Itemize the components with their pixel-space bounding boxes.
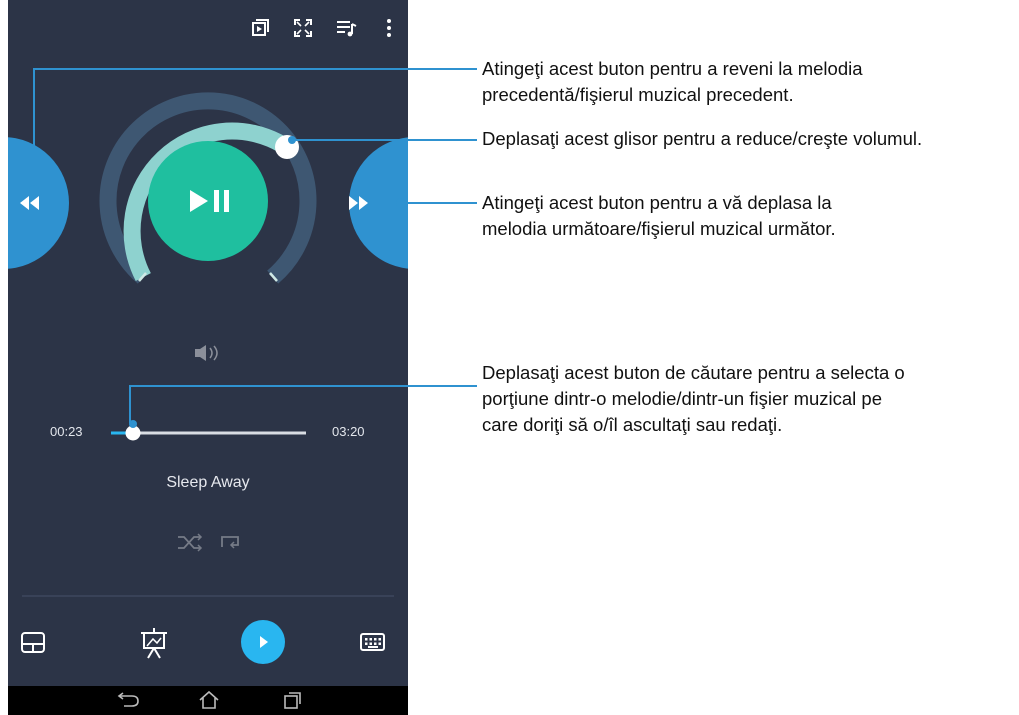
- song-title: Sleep Away: [166, 474, 250, 491]
- navigation-bar: [8, 686, 408, 715]
- callout-volume: Deplasaţi acest glisor pentru a reduce/c…: [482, 126, 922, 152]
- callout-seek: Deplasaţi acest buton de căutare pentru …: [482, 360, 905, 438]
- presentation-icon[interactable]: [141, 628, 167, 659]
- total-time: 03:20: [332, 424, 365, 439]
- callout-seek-line3: care doriţi să o/îl ascultaţi sau redaţi…: [482, 414, 783, 435]
- repeat-icon[interactable]: [221, 536, 239, 549]
- callout-prev-line2: precedentă/fişierul muzical precedent.: [482, 84, 794, 105]
- callout-prev-line1: Atingeţi acest buton pentru a reveni la …: [482, 58, 863, 79]
- previous-button[interactable]: [8, 137, 69, 269]
- home-icon[interactable]: [199, 690, 219, 709]
- recents-icon[interactable]: [284, 692, 301, 709]
- callout-volume-line1: Deplasaţi acest glisor pentru a reduce/c…: [482, 128, 923, 149]
- next-button[interactable]: [349, 137, 408, 269]
- music-player-screen: 00:23 03:20 Sleep Away: [8, 0, 408, 715]
- volume-icon: [195, 345, 218, 361]
- callout-next-line2: melodia următoare/fişierul muzical următ…: [482, 218, 836, 239]
- shuffle-icon[interactable]: [178, 533, 203, 552]
- callout-next: Atingeţi acest buton pentru a vă deplasa…: [482, 190, 836, 242]
- seek-bar[interactable]: [111, 425, 306, 441]
- volume-handle[interactable]: [275, 135, 299, 159]
- callout-prev: Atingeţi acest buton pentru a reveni la …: [482, 56, 863, 108]
- callout-seek-line2: porţiune dintr-o melodie/dintr-un fişier…: [482, 388, 882, 409]
- callout-next-line1: Atingeţi acest buton pentru a vă deplasa…: [482, 192, 832, 213]
- touchpad-icon[interactable]: [21, 632, 45, 653]
- callout-seek-line1: Deplasaţi acest buton de căutare pentru …: [482, 362, 905, 383]
- current-time: 00:23: [50, 424, 83, 439]
- play-pause-button[interactable]: [148, 141, 268, 261]
- back-icon[interactable]: [117, 692, 139, 707]
- seek-handle[interactable]: [125, 425, 141, 441]
- play-button[interactable]: [241, 620, 285, 664]
- keyboard-icon[interactable]: [360, 633, 385, 651]
